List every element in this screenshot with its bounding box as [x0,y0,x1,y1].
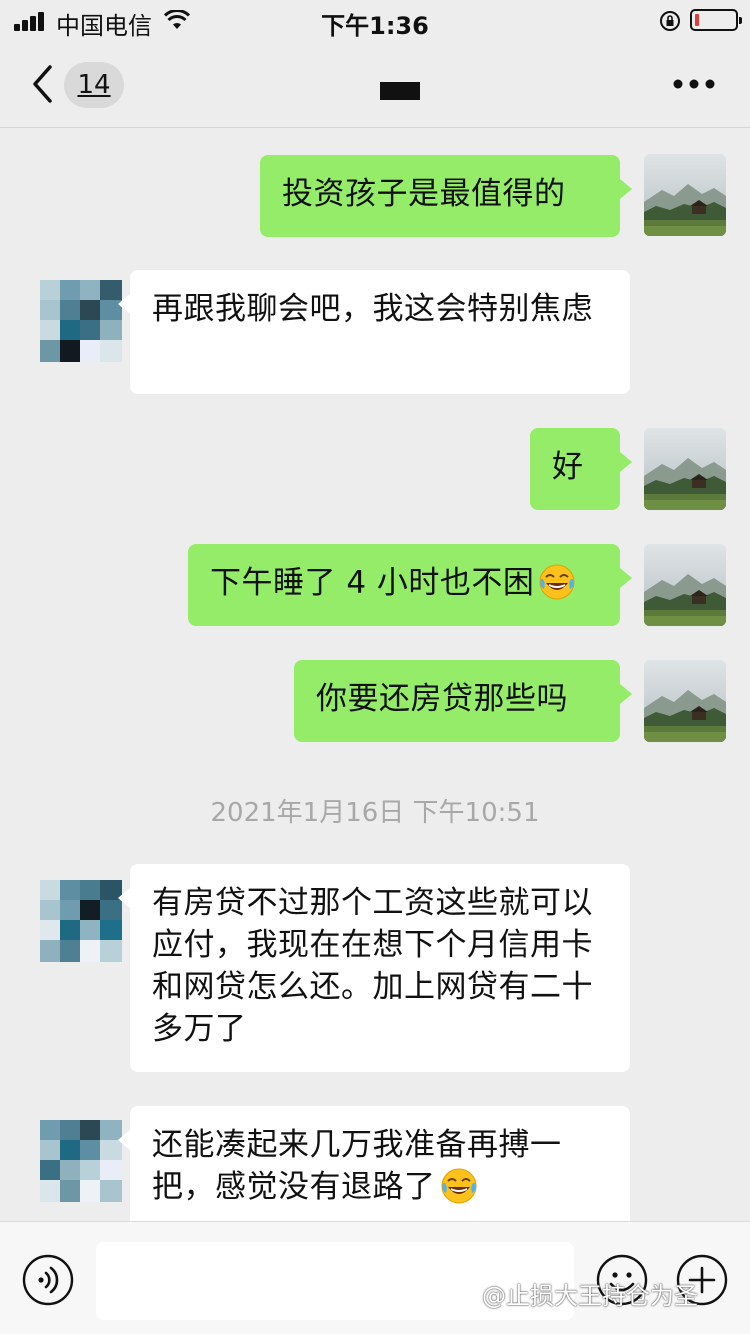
my-avatar[interactable] [644,154,726,236]
chevron-left-icon[interactable] [30,64,54,104]
redacted-chat-title [380,82,420,100]
message-timestamp: 2021年1月16日 下午10:51 [210,798,540,828]
more-dots-icon[interactable] [672,78,716,90]
message-bubble-outgoing[interactable]: 好 [530,428,632,510]
battery-low-icon [690,9,742,31]
message-list[interactable]: 投资孩子是最值得的 再跟我聊会吧，我这会特别焦虑 好 下午睡了 4 小时也不困 [0,128,750,1221]
rotation-lock-icon [660,11,680,31]
my-avatar[interactable] [644,428,726,510]
message-bubble-incoming[interactable]: 再跟我聊会吧，我这会特别焦虑 [118,270,630,394]
my-avatar[interactable] [644,660,726,742]
status-time: 下午1:36 [321,12,429,40]
face-with-tears-of-joy-icon [441,1168,476,1204]
message-bubble-incoming[interactable]: 还能凑起来几万我准备再搏一把，感觉没有退路了 [118,1106,630,1221]
contact-avatar-pixelated[interactable] [40,880,122,962]
face-with-tears-of-joy-icon [539,564,575,600]
watermark-text: @止损大王持仓为圣 [482,1282,698,1310]
contact-avatar-pixelated[interactable] [40,1120,122,1202]
voice-icon[interactable] [22,1254,74,1306]
my-avatar[interactable] [644,544,726,626]
message-bubble-outgoing[interactable]: 你要还房贷那些吗 [294,660,632,742]
message-bubble-outgoing[interactable]: 投资孩子是最值得的 [260,155,632,237]
status-bar: 中国电信 下午1:36 [0,0,750,40]
contact-avatar-pixelated[interactable] [40,280,122,362]
chat-header: 14 [0,40,750,128]
message-bubble-incoming[interactable]: 有房贷不过那个工资这些就可以应付，我现在在想下个月信用卡和网贷怎么还。加上网贷有… [118,864,630,1072]
message-input-bar: @止损大王持仓为圣 [0,1221,750,1334]
message-bubble-outgoing[interactable]: 下午睡了 4 小时也不困 [188,544,632,626]
unread-count-badge[interactable]: 14 [64,62,124,108]
